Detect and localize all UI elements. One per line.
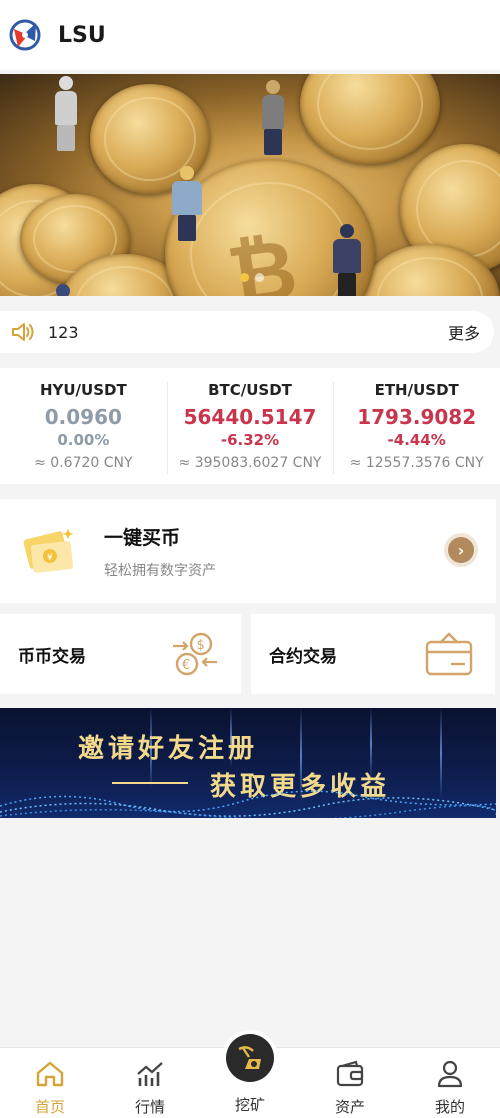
quick-buy-title: 一键买币 xyxy=(104,526,181,549)
home-icon xyxy=(36,1061,64,1087)
cash-card-icon: ¥ xyxy=(23,529,74,573)
carousel-dot-active[interactable] xyxy=(240,273,249,282)
mining-icon xyxy=(238,1046,261,1069)
svg-text:¥: ¥ xyxy=(47,553,53,563)
tab-profile[interactable]: 我的 xyxy=(400,1048,500,1118)
chevron-right-icon: › xyxy=(448,537,474,563)
quick-buy-arrow-button[interactable]: › xyxy=(444,533,478,567)
carousel-dot[interactable] xyxy=(255,273,264,282)
tab-label: 资产 xyxy=(334,1098,365,1116)
ticker-pair: HYU/USDT xyxy=(39,381,127,399)
spot-trading-card[interactable]: 币币交易 $ € xyxy=(0,614,241,694)
spot-trading-label: 币币交易 xyxy=(18,646,86,667)
ticker-hyu[interactable]: HYU/USDT 0.0960 0.00% ≈ 0.6720 CNY xyxy=(0,368,167,484)
tab-label: 我的 xyxy=(434,1098,465,1116)
quick-buy-text: 一键买币 轻松拥有数字资产 xyxy=(104,523,216,580)
ticker-pair: ETH/USDT xyxy=(374,381,459,399)
ticker-btc[interactable]: BTC/USDT 56440.5147 -6.32% ≈ 395083.6027… xyxy=(166,368,334,484)
banner-carousel[interactable]: ₿ xyxy=(0,74,500,296)
bitcoin-symbol-icon: ₿ xyxy=(221,219,303,296)
tab-market[interactable]: 行情 xyxy=(100,1048,200,1118)
quick-buy-subtitle: 轻松拥有数字资产 xyxy=(104,562,216,579)
ticker-eth[interactable]: ETH/USDT 1793.9082 -4.44% ≈ 12557.3576 C… xyxy=(333,368,500,484)
app-header: LSU xyxy=(0,0,500,70)
worker-figure xyxy=(52,284,74,296)
wallet-card-icon xyxy=(425,632,473,676)
worker-figure xyxy=(172,166,202,241)
ticker-cny: ≈ 0.6720 CNY xyxy=(34,455,133,471)
ticker-change: -4.44% xyxy=(387,431,446,449)
contract-trading-card[interactable]: 合约交易 xyxy=(251,614,495,694)
ticker-pair: BTC/USDT xyxy=(208,381,292,399)
ticker-price: 0.0960 xyxy=(44,405,122,429)
invite-headline: 邀请好友注册 xyxy=(78,734,259,764)
particle-wave-decoration xyxy=(0,790,496,818)
ticker-cny: ≈ 12557.3576 CNY xyxy=(349,455,484,471)
worker-figure xyxy=(333,224,361,296)
contract-trading-label: 合约交易 xyxy=(269,646,337,667)
ticker-change: -6.32% xyxy=(220,431,280,449)
ticker-price: 56440.5147 xyxy=(183,405,317,429)
svg-text:€: € xyxy=(182,658,190,673)
svg-text:$: $ xyxy=(197,638,205,653)
lsu-logo-icon xyxy=(9,19,41,51)
market-tickers: HYU/USDT 0.0960 0.00% ≈ 0.6720 CNY BTC/U… xyxy=(0,368,500,484)
invite-friends-banner[interactable]: 邀请好友注册 获取更多收益 xyxy=(0,708,496,818)
notice-text: 123 xyxy=(48,322,79,342)
notice-bar[interactable]: 123 更多 xyxy=(0,311,494,353)
carousel-indicators xyxy=(240,273,264,282)
user-icon xyxy=(437,1060,463,1088)
chart-icon xyxy=(137,1062,163,1086)
app-title: LSU xyxy=(58,22,106,48)
tab-label: 首页 xyxy=(34,1098,65,1116)
tab-assets[interactable]: 资产 xyxy=(300,1048,400,1118)
bottom-tab-bar: 首页 行情 挖矿 资产 我的 xyxy=(0,1034,500,1118)
tab-label: 行情 xyxy=(134,1098,165,1116)
currency-exchange-icon: $ € xyxy=(173,632,217,676)
wallet-icon xyxy=(336,1060,364,1087)
ticker-change: 0.00% xyxy=(57,431,110,449)
tab-home[interactable]: 首页 xyxy=(0,1048,100,1118)
ticker-cny: ≈ 395083.6027 CNY xyxy=(178,455,322,471)
tab-mining[interactable]: 挖矿 xyxy=(200,1034,300,1118)
quick-buy-card[interactable]: ¥ 一键买币 轻松拥有数字资产 › xyxy=(0,499,496,603)
mining-button[interactable] xyxy=(226,1034,274,1082)
tab-label: 挖矿 xyxy=(234,1096,265,1114)
worker-figure xyxy=(262,80,284,155)
ticker-price: 1793.9082 xyxy=(357,405,477,429)
notice-more-link[interactable]: 更多 xyxy=(448,320,480,344)
speaker-icon xyxy=(12,323,34,341)
worker-figure xyxy=(55,76,77,151)
